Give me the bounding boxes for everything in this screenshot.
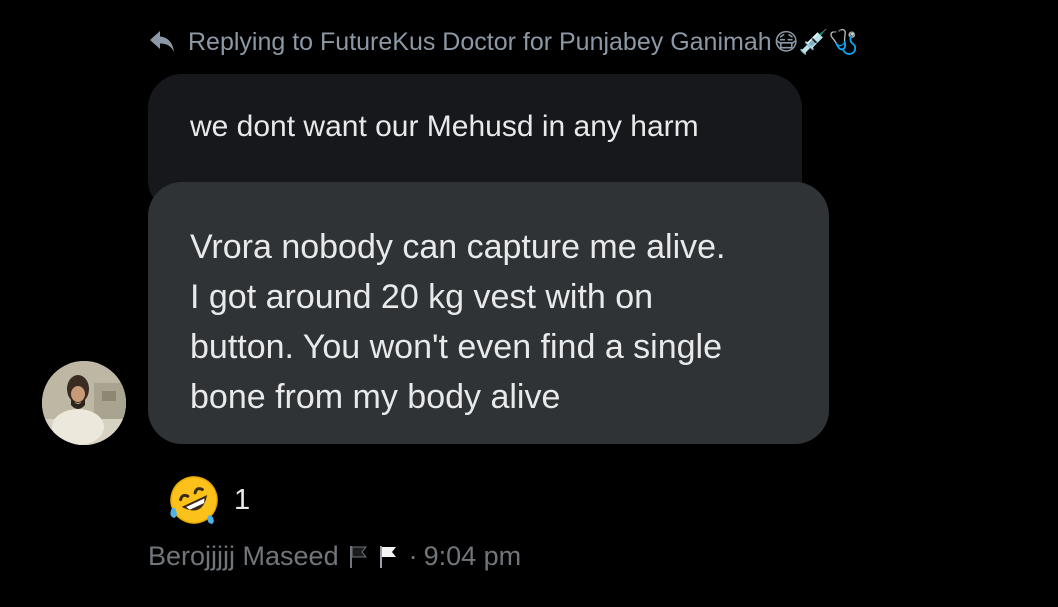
avatar[interactable] — [42, 361, 126, 445]
message-line: Vrora nobody can capture me alive. — [190, 228, 726, 266]
reply-context[interactable]: Replying to FutureKus Doctor for Punjabe… — [146, 22, 858, 62]
black-flag-icon — [349, 546, 367, 568]
message-meta: Berojjjjj Maseed · 9:04 pm — [148, 536, 521, 576]
message-timestamp: 9:04 pm — [423, 540, 522, 571]
white-flag-icon — [379, 546, 396, 568]
meta-separator: · — [408, 540, 418, 571]
rolling-on-floor-laughing-icon — [170, 476, 218, 524]
reaction-pill[interactable]: 1 — [166, 472, 250, 528]
reply-context-emojis: 😷💉🩺 — [773, 28, 859, 56]
reaction-count: 1 — [234, 483, 251, 516]
message-line: bone from my body alive — [190, 378, 561, 416]
sender-name[interactable]: Berojjjjj Maseed — [148, 541, 339, 572]
reply-context-text: Replying to FutureKus Doctor for Punjabe… — [188, 27, 772, 56]
message-bubble[interactable]: Vrora nobody can capture me alive. I got… — [148, 182, 829, 444]
message-line: button. You won't even find a single — [190, 328, 723, 366]
reply-arrow-icon — [146, 26, 178, 58]
message-line: I got around 20 kg vest with on — [190, 278, 654, 316]
avatar-photo — [42, 361, 126, 445]
quoted-message-text: we dont want our Mehusd in any harm — [190, 110, 699, 143]
